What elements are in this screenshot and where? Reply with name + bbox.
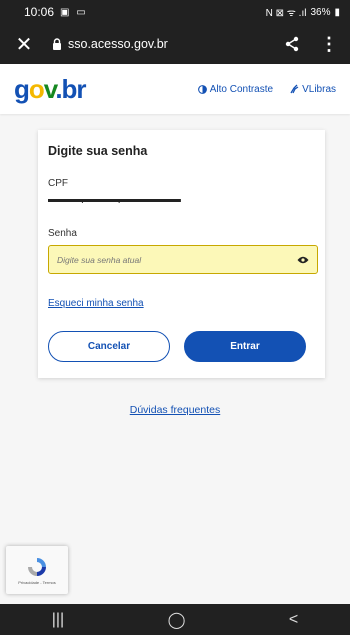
vlibras-hand-icon: [290, 84, 299, 94]
vlibras-link[interactable]: VLibras: [289, 84, 336, 95]
cpf-label: CPF: [48, 178, 68, 189]
recent-apps-icon[interactable]: |||: [52, 611, 64, 629]
back-icon[interactable]: <: [289, 611, 298, 629]
system-icons: N ⊠ ᯤ .ıl: [265, 8, 307, 19]
home-icon[interactable]: ◯: [168, 610, 186, 630]
high-contrast-link[interactable]: Alto Contraste: [197, 83, 274, 95]
logo-br: br: [61, 73, 87, 104]
govbr-logo[interactable]: gov.br: [14, 73, 87, 105]
vlibras-label: VLibras: [302, 83, 336, 95]
lock-icon: [52, 38, 62, 50]
password-field-wrapper: [48, 245, 318, 274]
contrast-icon: [197, 84, 207, 94]
recaptcha-icon: [28, 557, 46, 576]
battery-percent: 36%: [310, 6, 331, 18]
more-vert-icon[interactable]: ⋮: [320, 34, 338, 55]
recaptcha-text[interactable]: Privacidade - Termos: [18, 580, 56, 585]
action-buttons: Cancelar Entrar: [48, 331, 315, 362]
url-text[interactable]: sso.acesso.gov.br: [68, 37, 168, 51]
notification-icons: ▣ ▭: [60, 6, 88, 18]
eye-icon[interactable]: [297, 256, 309, 264]
status-bar: 10:06 ▣ ▭ N ⊠ ᯤ .ıl 36% ▮: [0, 0, 350, 24]
site-header: gov.br Alto Contraste VLibras: [0, 64, 350, 114]
android-nav-bar: ||| ◯ <: [0, 604, 350, 635]
recaptcha-badge[interactable]: Privacidade - Termos: [6, 546, 68, 594]
status-time: 10:06: [24, 5, 55, 19]
cpf-value: ———.———.———-——: [48, 195, 181, 206]
password-label: Senha: [48, 228, 77, 239]
logo-letter-g: g: [14, 73, 30, 104]
close-icon[interactable]: ✕: [12, 32, 36, 57]
browser-toolbar: ✕ sso.acesso.gov.br ⋮: [0, 24, 350, 64]
header-links: Alto Contraste VLibras: [197, 83, 336, 95]
forgot-password-link[interactable]: Esqueci minha senha: [48, 298, 315, 309]
login-card: Digite sua senha CPF ———.———.———-—— Senh…: [38, 130, 325, 378]
logo-letter-v: v: [43, 73, 56, 104]
high-contrast-label: Alto Contraste: [209, 83, 274, 95]
share-icon[interactable]: [284, 36, 300, 52]
status-right: N ⊠ ᯤ .ıl 36% ▮: [265, 5, 340, 20]
faq-link[interactable]: Dúvidas frequentes: [0, 404, 350, 416]
password-input[interactable]: [57, 254, 297, 265]
cancel-button[interactable]: Cancelar: [48, 331, 170, 362]
enter-button[interactable]: Entrar: [184, 331, 306, 362]
page-title: Digite sua senha: [48, 144, 148, 158]
battery-icon: ▮: [334, 6, 340, 18]
logo-letter-o: o: [28, 73, 45, 104]
